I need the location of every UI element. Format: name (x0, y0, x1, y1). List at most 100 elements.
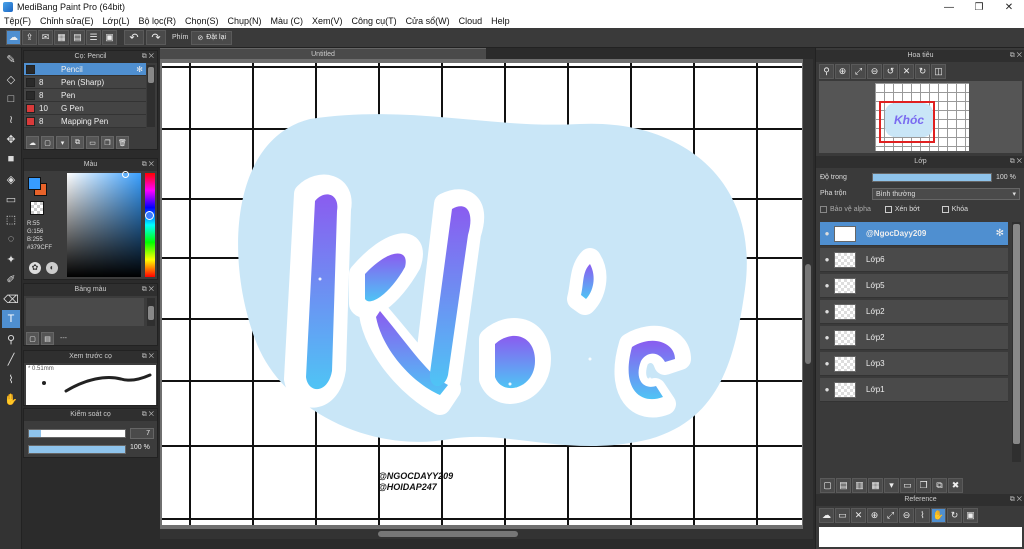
palette-scrollbar[interactable] (147, 298, 155, 326)
new-1bit-layer-icon[interactable]: ▦ (868, 478, 883, 493)
select-pen-tool-icon[interactable]: ✐ (2, 270, 20, 288)
menu-window[interactable]: Cửa sổ(W) (406, 16, 450, 26)
panel-close-icon[interactable]: ⧉ ✕ (142, 409, 154, 421)
hue-slider[interactable] (145, 173, 155, 277)
layer-row[interactable]: ● Lớp3 (820, 352, 1008, 376)
add-layer-menu-icon[interactable]: ▾ (884, 478, 899, 493)
dot-tool-icon[interactable]: □ (2, 90, 20, 108)
menu-cloud[interactable]: Cloud (459, 16, 483, 26)
brush-item[interactable]: 10 G Pen (24, 102, 146, 115)
panel-close-icon[interactable]: ⧉ ✕ (142, 284, 154, 296)
zoom-icon[interactable]: ⚲ (819, 64, 834, 79)
visibility-icon[interactable]: ● (820, 255, 834, 264)
zoom-out-icon[interactable]: ⊖ (867, 64, 882, 79)
hand-tool-icon[interactable]: ✋ (2, 390, 20, 408)
brush-list-scrollbar[interactable] (147, 65, 155, 127)
select-tool-icon[interactable]: ⬚ (2, 210, 20, 228)
panel-close-icon[interactable]: ⧉ ✕ (1010, 50, 1022, 62)
menu-filter[interactable]: Bộ lọc(R) (138, 16, 176, 26)
reference-zoom-out-icon[interactable]: ⊖ (899, 508, 914, 523)
duplicate-brush-icon[interactable]: ❐ (101, 136, 114, 149)
panel-close-icon[interactable]: ⧉ ✕ (1010, 156, 1022, 168)
panel-close-icon[interactable]: ⧉ ✕ (142, 159, 154, 171)
brush-item[interactable]: 8 Pen (24, 89, 146, 102)
rotate-right-icon[interactable]: ↻ (915, 64, 930, 79)
brush-tool-icon[interactable]: ✎ (2, 50, 20, 68)
cloud-icon[interactable]: ☁ (6, 30, 21, 45)
reference-hand-icon[interactable]: ✋ (931, 508, 946, 523)
select-eraser-tool-icon[interactable]: ⌫ (2, 290, 20, 308)
reset-view-icon[interactable]: ✕ (899, 64, 914, 79)
divide-tool-icon[interactable]: ╱ (2, 350, 20, 368)
reference-zoom-in-icon[interactable]: ⊕ (867, 508, 882, 523)
eraser-tool-icon[interactable]: ◇ (2, 70, 20, 88)
lock-checkbox[interactable] (941, 206, 949, 213)
reference-view[interactable] (819, 527, 1022, 547)
visibility-icon[interactable]: ● (820, 333, 834, 342)
fill-rect-tool-icon[interactable]: ■ (2, 150, 20, 168)
grid-icon[interactable]: ▦ (54, 30, 69, 45)
bucket-tool-icon[interactable]: ◈ (2, 170, 20, 188)
reference-eyedropper-icon[interactable]: ⌇ (915, 508, 930, 523)
new-8bit-layer-icon[interactable]: ▥ (852, 478, 867, 493)
gradient-tool-icon[interactable]: ▭ (2, 190, 20, 208)
operation-tool-icon[interactable]: ⚲ (2, 330, 20, 348)
visibility-icon[interactable]: ● (820, 281, 834, 290)
color-wheel-icon[interactable]: ✿ (29, 262, 41, 274)
layer-settings-gear-icon[interactable]: ✻ (996, 228, 1004, 239)
brush-item[interactable]: Pencil ✻ (24, 63, 146, 76)
visibility-icon[interactable]: ● (820, 229, 834, 238)
redo-button[interactable]: ↷ (146, 30, 166, 45)
panel-icon[interactable]: ▤ (70, 30, 85, 45)
reference-rotate-icon[interactable]: ↻ (947, 508, 962, 523)
folder-brush-icon[interactable]: ▭ (86, 136, 99, 149)
reference-cloud-icon[interactable]: ☁ (819, 508, 834, 523)
blend-mode-select[interactable]: Bình thường ▾ (872, 188, 1020, 200)
add-brush-icon[interactable]: ▾ (56, 136, 69, 149)
color-mix-icon[interactable]: ◐ (46, 262, 58, 274)
list-icon[interactable]: ☰ (86, 30, 101, 45)
merge-layer-icon[interactable]: ⧉ (932, 478, 947, 493)
copy-brush-icon[interactable]: ⧉ (71, 136, 84, 149)
navigator-preview[interactable]: Khóc (819, 81, 1022, 153)
layer-row[interactable]: ● @NgocDayy209 ✻ (820, 222, 1008, 246)
brush-opacity-slider[interactable] (28, 445, 126, 454)
visibility-icon[interactable]: ● (820, 385, 834, 394)
duplicate-layer-icon[interactable]: ❐ (916, 478, 931, 493)
visibility-icon[interactable]: ● (820, 307, 834, 316)
brush-size-value[interactable]: 7 (130, 428, 154, 439)
share-icon[interactable]: ⇪ (22, 30, 37, 45)
reference-open-icon[interactable]: ▭ (835, 508, 850, 523)
layer-list-scrollbar[interactable] (1012, 222, 1021, 462)
minimize-button[interactable]: — (934, 2, 964, 13)
layer-row[interactable]: ● Lớp6 (820, 248, 1008, 272)
visibility-icon[interactable]: ● (820, 359, 834, 368)
gear-icon[interactable]: ✻ (136, 65, 143, 74)
close-window-button[interactable]: ✕ (994, 2, 1024, 13)
text-tool-icon[interactable]: T (2, 310, 20, 328)
blur-tool-icon[interactable]: ≀ (2, 110, 20, 128)
undo-button[interactable]: ↶ (124, 30, 144, 45)
menu-color[interactable]: Màu (C) (271, 16, 304, 26)
delete-brush-icon[interactable]: 🗑 (116, 136, 129, 149)
reference-fit-icon[interactable]: ⤢ (883, 508, 898, 523)
foreground-color-swatch[interactable] (28, 177, 41, 190)
brush-size-slider[interactable] (28, 429, 126, 438)
eyedropper-tool-icon[interactable]: ⌇ (2, 370, 20, 388)
menu-tools[interactable]: Công cụ(T) (352, 16, 397, 26)
menu-help[interactable]: Help (491, 16, 510, 26)
navigator-view-rect[interactable] (879, 101, 935, 143)
hue-slider-knob[interactable] (145, 211, 154, 220)
panel-close-icon[interactable]: ⧉ ✕ (1010, 494, 1022, 506)
reference-close-icon[interactable]: ✕ (851, 508, 866, 523)
layer-row[interactable]: ● Lớp2 (820, 300, 1008, 324)
menu-select[interactable]: Chọn(S) (185, 16, 219, 26)
canvas-artwork[interactable]: Khóc @NGOCDAYY209 @HOIDAP247 (160, 59, 813, 529)
comment-icon[interactable]: ✉ (38, 30, 53, 45)
brush-item[interactable]: 8 Mapping Pen (24, 115, 146, 128)
zoom-in-icon[interactable]: ⊕ (835, 64, 850, 79)
reset-button[interactable]: ⊘ Đặt lại (191, 30, 233, 45)
layer-opacity-slider[interactable] (872, 173, 992, 182)
layer-row[interactable]: ● Lớp2 (820, 326, 1008, 350)
magic-wand-tool-icon[interactable]: ✦ (2, 250, 20, 268)
